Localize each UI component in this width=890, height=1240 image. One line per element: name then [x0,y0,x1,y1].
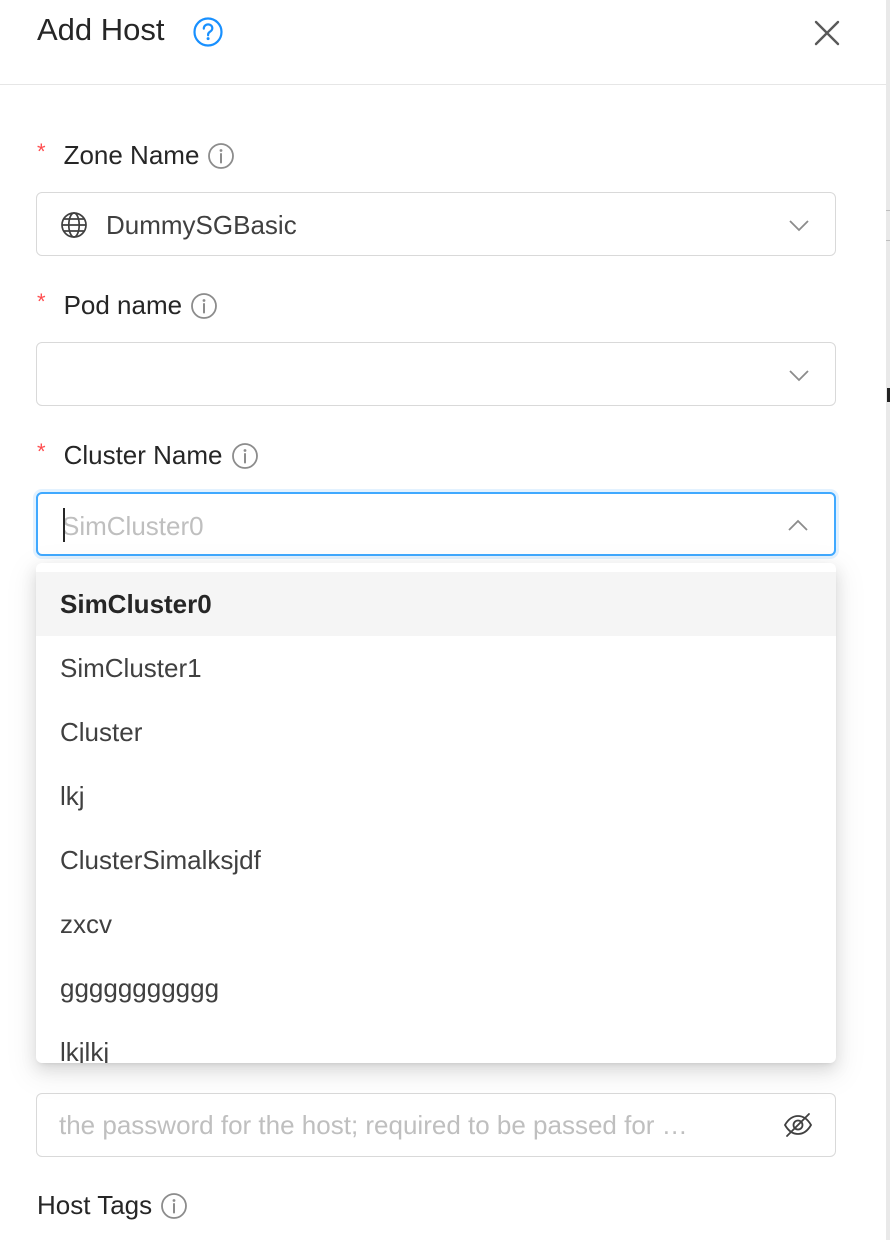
dropdown-option[interactable]: SimCluster0 [36,572,836,636]
cluster-name-label: * Cluster Name [37,438,259,471]
info-circle-icon[interactable] [207,142,235,170]
zone-name-value: DummySGBasic [106,210,297,240]
dropdown-option[interactable]: lkjlkj [36,1020,836,1063]
required-marker: * [37,288,46,314]
cluster-name-placeholder: SimCluster0 [62,511,204,541]
eye-invisible-icon[interactable] [783,1112,813,1138]
host-tags-label: Host Tags [37,1190,188,1221]
question-circle-icon[interactable] [192,16,224,48]
dropdown-option[interactable]: zxcv [36,892,836,956]
text-caret [63,508,65,542]
cluster-name-label-text: Cluster Name [63,440,223,470]
required-marker: * [37,438,46,464]
zone-name-select[interactable]: DummySGBasic [36,192,836,256]
info-circle-icon[interactable] [160,1192,188,1220]
panel-header: Add Host [0,0,886,85]
pod-name-select[interactable] [36,342,836,406]
dropdown-option[interactable]: lkj [36,764,836,828]
add-host-panel: Add Host * Zone Name DummySGBasic * Pod … [0,0,886,1240]
chevron-up-icon [788,519,808,531]
chevron-down-icon [789,220,809,232]
background-divider [886,240,890,241]
dropdown-option[interactable]: ClusterSimalksjdf [36,828,836,892]
cluster-name-select[interactable]: SimCluster0 [36,492,836,556]
zone-name-label-text: Zone Name [63,140,200,170]
required-marker: * [37,138,46,164]
dropdown-option[interactable]: Cluster [36,700,836,764]
password-input[interactable] [59,1104,759,1146]
password-field[interactable] [36,1093,836,1157]
background-strip [886,0,890,1240]
dropdown-option[interactable]: SimCluster1 [36,636,836,700]
page-title: Add Host [37,12,165,47]
info-circle-icon[interactable] [190,292,218,320]
pod-name-label: * Pod name [37,288,218,321]
zone-name-label: * Zone Name [37,138,235,171]
globe-icon [61,212,87,238]
cluster-dropdown: SimCluster0 SimCluster1 Cluster lkj Clus… [36,563,836,1063]
close-icon[interactable] [810,16,844,50]
background-divider [886,210,890,211]
info-circle-icon[interactable] [231,442,259,470]
host-tags-label-text: Host Tags [37,1190,153,1220]
pod-name-label-text: Pod name [63,290,183,320]
chevron-down-icon [789,370,809,382]
dropdown-option[interactable]: ggggggggggg [36,956,836,1020]
